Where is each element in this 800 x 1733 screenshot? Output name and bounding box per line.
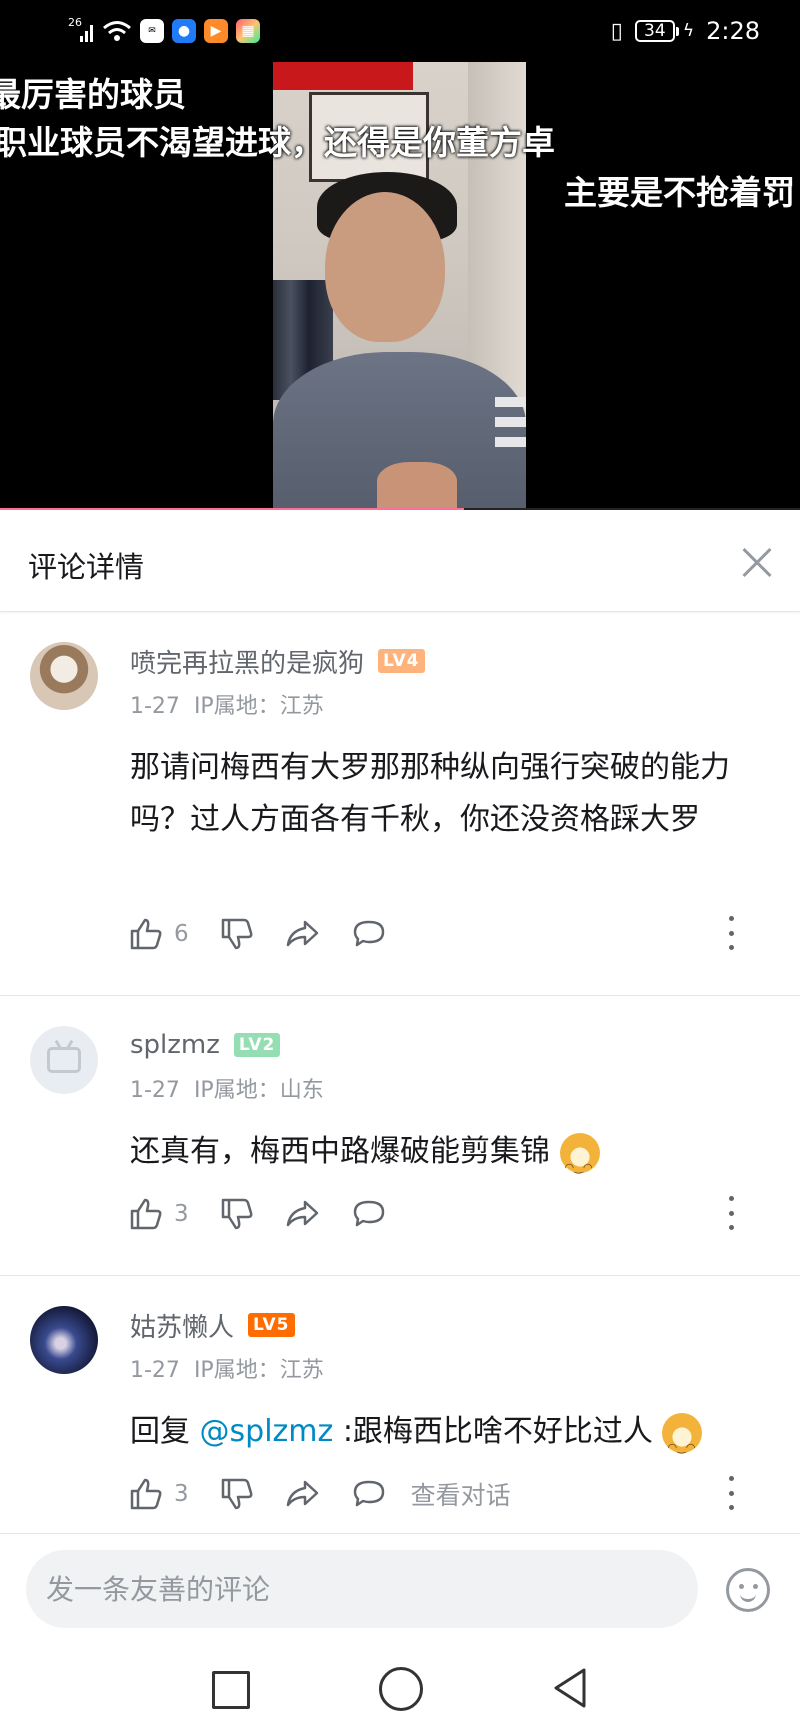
- system-navigation-bar: [0, 1643, 800, 1733]
- share-button[interactable]: [285, 916, 321, 952]
- colorful-app-icon: ▦: [236, 19, 260, 43]
- danmaku-text: 职业球员不渴望进球，还得是你董方卓: [0, 123, 555, 162]
- back-icon[interactable]: [548, 1665, 594, 1711]
- wifi-icon: [103, 21, 131, 41]
- thumbs-up-icon: [130, 1478, 162, 1510]
- share-icon: [286, 920, 318, 947]
- comment-text-row: 回复 @splzmz :跟梅西比啥不好比过人: [130, 1406, 770, 1474]
- comment-text: 那请问梅西有大罗那那种纵向强行突破的能力吗？过人方面各有千秋，你还没资格踩大罗: [130, 750, 730, 837]
- comment-date: 1-27: [130, 1358, 180, 1383]
- share-button[interactable]: [285, 1476, 321, 1512]
- thumbs-down-icon: [221, 1198, 253, 1230]
- level-badge: LV2: [233, 1033, 281, 1057]
- status-bar: 26 ✉ ● ▶ ▦ ▯ 34 ϟ 2:28: [0, 0, 800, 62]
- danmaku-text: 主要是不抢着罚: [564, 173, 795, 212]
- doge-emoji-icon: [559, 1132, 600, 1194]
- comment-text: :跟梅西比啥不好比过人: [333, 1414, 653, 1449]
- share-icon: [286, 1200, 318, 1227]
- dislike-button[interactable]: [219, 916, 255, 952]
- share-icon: [286, 1480, 318, 1507]
- status-icons-right: ▯ 34 ϟ 2:28: [611, 14, 760, 48]
- thumbs-up-icon: [130, 918, 162, 950]
- view-conversation-link[interactable]: 查看对话: [411, 1476, 511, 1512]
- ip-location: IP属地：江苏: [193, 694, 324, 719]
- comment-text-row: 还真有，梅西中路爆破能剪集锦: [130, 1126, 770, 1194]
- reply-button[interactable]: [351, 916, 387, 952]
- avatar[interactable]: [30, 1026, 98, 1094]
- reply-prefix: 回复: [130, 1414, 200, 1449]
- thumbs-up-icon: [130, 1198, 162, 1230]
- more-options-icon[interactable]: [726, 1476, 736, 1510]
- reply-button[interactable]: [351, 1476, 387, 1512]
- username[interactable]: splzmz: [130, 1030, 220, 1060]
- comment-item: splzmz LV2 1-27 IP属地：山东 还真有，梅西中路爆破能剪集锦 3: [0, 998, 800, 1276]
- comment-date: 1-27: [130, 694, 180, 719]
- share-button[interactable]: [285, 1196, 321, 1232]
- avatar[interactable]: [30, 642, 98, 710]
- like-button[interactable]: 6: [128, 916, 189, 952]
- recent-apps-icon[interactable]: [206, 1665, 252, 1711]
- clock: 2:28: [706, 17, 760, 45]
- play-app-icon: ▶: [204, 19, 228, 43]
- doge-emoji-icon: [662, 1412, 703, 1474]
- avatar[interactable]: [30, 1306, 98, 1374]
- default-avatar-icon: [47, 1047, 81, 1073]
- cellular-signal-icon: [80, 25, 93, 42]
- dislike-button[interactable]: [219, 1476, 255, 1512]
- reply-button[interactable]: [351, 1196, 387, 1232]
- charging-icon: ϟ: [682, 21, 695, 41]
- username[interactable]: 喷完再拉黑的是疯狗: [130, 643, 364, 680]
- like-count: 6: [174, 921, 189, 947]
- huawei-app-icon: ✉: [140, 19, 164, 43]
- more-options-icon[interactable]: [726, 916, 736, 950]
- username[interactable]: 姑苏懒人: [130, 1307, 234, 1344]
- like-button[interactable]: 3: [128, 1196, 189, 1232]
- thumbs-down-icon: [221, 1478, 253, 1510]
- like-count: 3: [174, 1481, 189, 1507]
- panel-title: 评论详情: [28, 550, 145, 584]
- user-mention-link[interactable]: @splzmz: [200, 1414, 334, 1449]
- like-count: 3: [174, 1201, 189, 1227]
- close-icon[interactable]: [734, 540, 778, 584]
- comment-input-bar: [0, 1533, 800, 1643]
- vibrate-icon: ▯: [610, 18, 623, 44]
- comment-meta: 1-27 IP属地：江苏: [130, 1352, 324, 1384]
- danmaku-text: 最厉害的球员: [0, 75, 186, 114]
- comment-meta: 1-27 IP属地：江苏: [130, 688, 324, 720]
- level-badge: LV4: [378, 649, 425, 673]
- comment-date: 1-27: [130, 1078, 180, 1103]
- level-badge: LV5: [248, 1313, 295, 1337]
- status-icons-left: ✉ ● ▶ ▦: [66, 14, 260, 48]
- speech-bubble-icon: [353, 1480, 384, 1507]
- ip-location: IP属地：江苏: [193, 1358, 324, 1383]
- comment-input[interactable]: [26, 1550, 698, 1628]
- comment-item: 喷完再拉黑的是疯狗 LV4 1-27 IP属地：江苏 那请问梅西有大罗那那种纵向…: [0, 614, 800, 996]
- battery-indicator: 34 ϟ: [634, 20, 695, 42]
- comment-text: 还真有，梅西中路爆破能剪集锦: [130, 1134, 550, 1169]
- comment-meta: 1-27 IP属地：山东: [130, 1072, 324, 1104]
- bulb-app-icon: ●: [172, 19, 196, 43]
- speech-bubble-icon: [353, 920, 384, 947]
- emoji-picker-icon[interactable]: [726, 1568, 770, 1612]
- thumbs-down-icon: [221, 918, 253, 950]
- dislike-button[interactable]: [219, 1196, 255, 1232]
- ip-location: IP属地：山东: [193, 1078, 324, 1103]
- speech-bubble-icon: [353, 1200, 384, 1227]
- video-player[interactable]: 最厉害的球员 职业球员不渴望进球，还得是你董方卓 主要是不抢着罚: [0, 62, 800, 510]
- home-icon[interactable]: [377, 1665, 423, 1711]
- comment-panel-header: 评论详情: [0, 510, 800, 612]
- like-button[interactable]: 3: [128, 1476, 189, 1512]
- more-options-icon[interactable]: [726, 1196, 736, 1230]
- comment-item: 姑苏懒人 LV5 1-27 IP属地：江苏 回复 @splzmz :跟梅西比啥不…: [0, 1278, 800, 1532]
